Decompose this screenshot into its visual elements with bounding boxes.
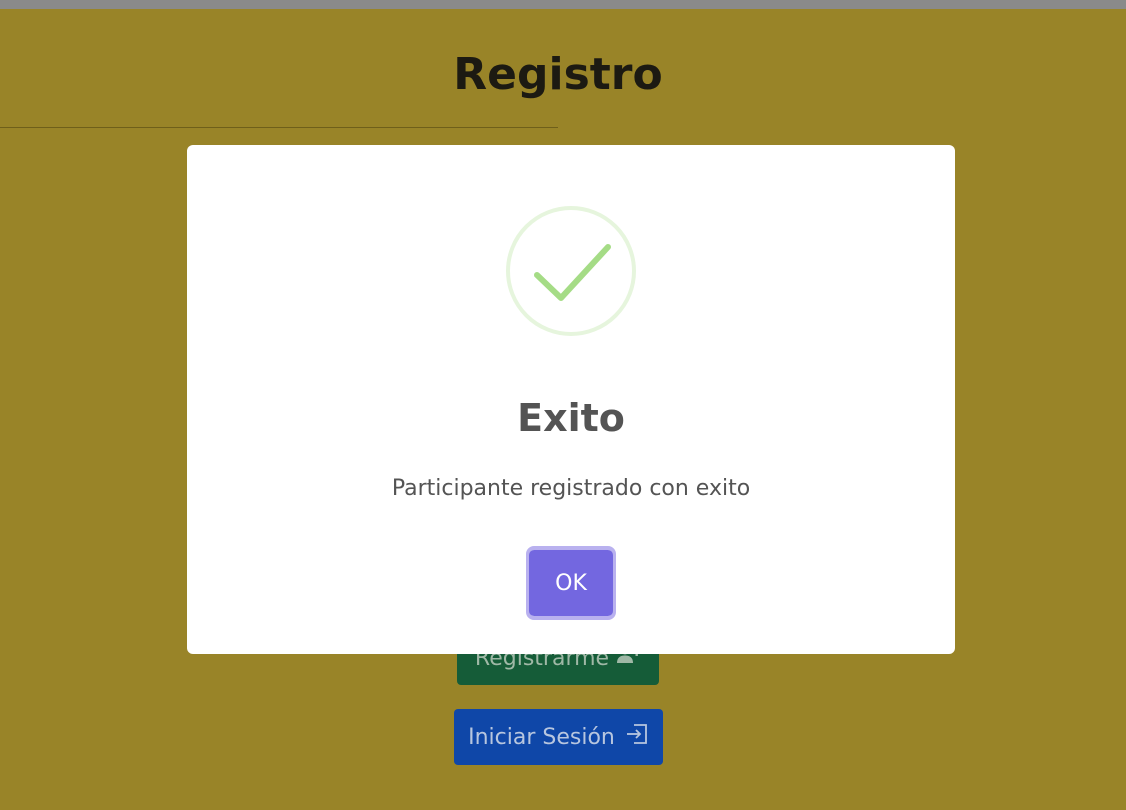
- login-button[interactable]: Iniciar Sesión: [454, 709, 663, 765]
- box-arrow-in-right-icon: [625, 723, 649, 751]
- browser-top-strip: [0, 0, 1126, 9]
- modal-title: Exito: [517, 396, 625, 440]
- login-button-label: Iniciar Sesión: [468, 724, 615, 750]
- success-modal: Exito Participante registrado con exito …: [187, 145, 955, 654]
- ok-button-label: OK: [529, 550, 613, 616]
- title-divider: [0, 127, 558, 128]
- success-check-icon: [504, 204, 638, 338]
- modal-message: Participante registrado con exito: [391, 476, 751, 501]
- page-title: Registro: [453, 49, 663, 100]
- ok-button[interactable]: OK: [526, 546, 616, 620]
